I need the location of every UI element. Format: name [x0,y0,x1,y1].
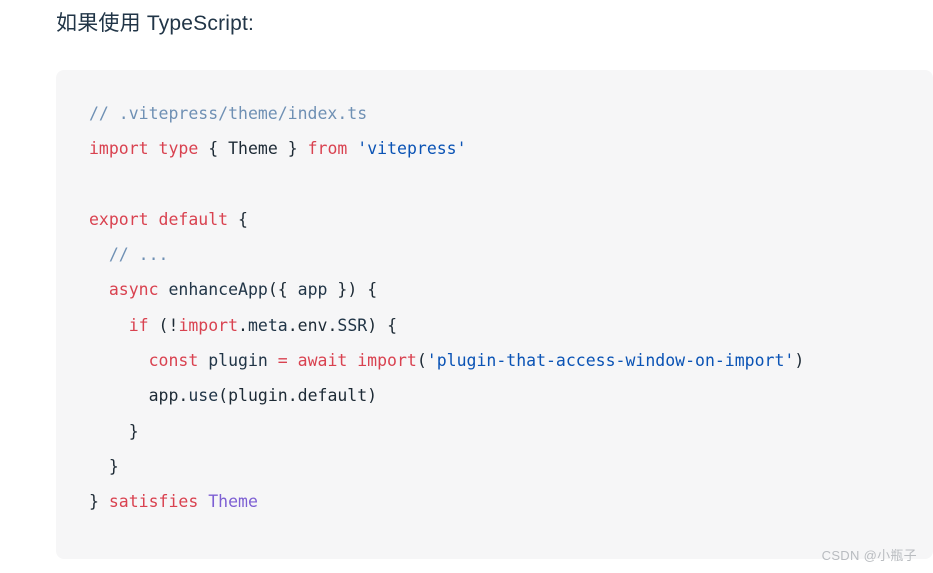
code-token-keyword: async [108,280,159,300]
code-token-plain: app [148,386,179,406]
code-token-plain: { [228,209,248,229]
code-token-plain: ) [794,351,805,371]
code-line: } [89,414,909,449]
code-line: } satisfies Theme [89,484,909,519]
watermark-label: CSDN @小瓶子 [821,548,917,563]
code-token-plain: ( [416,351,427,371]
code-token-keyword: satisfies [108,492,199,512]
code-token-plain: ) { [367,315,398,335]
code-token-keyword: type [158,139,199,159]
code-line: const plugin = await import('plugin-that… [89,343,909,378]
code-token-string: 'vitepress' [357,139,467,159]
page-root: 如果使用 TypeScript: // .vitepress/theme/ind… [0,0,933,573]
code-token-plain: Theme [228,139,278,159]
code-token-comment: // ... [108,245,169,265]
code-token-keyword: import [178,315,239,335]
code-token-plain: (! [148,315,179,335]
code-block: // .vitepress/theme/index.ts import type … [56,70,933,559]
code-token-property: SSR [337,315,368,335]
code-lines: // .vitepress/theme/index.ts import type … [89,96,909,520]
intro-paragraph: 如果使用 TypeScript: [56,12,255,35]
code-line: app.use(plugin.default) [89,378,909,413]
code-line: import type { Theme } from 'vitepress' [89,131,909,166]
code-token-keyword: export [89,209,149,229]
code-token-property: meta [247,315,288,335]
code-token-string: 'plugin-that-access-window-on-import' [426,351,795,371]
code-token-plain: .env. [287,315,338,335]
code-line: if (!import.meta.env.SSR) { [89,308,909,343]
code-token-plain: } [277,139,308,159]
code-token-keyword: = [277,351,288,371]
code-token-plain: (plugin.default) [218,386,378,406]
code-token-keyword: await [297,351,348,371]
code-line: export default { [89,202,909,237]
code-token-keyword: if [128,315,149,335]
code-token-variable: plugin [208,351,268,371]
code-token-plain: . [178,386,189,406]
code-token-plain: ({ [267,280,298,300]
code-token-keyword: import [89,139,149,159]
code-token-keyword: default [158,209,229,229]
code-token-type: Theme [208,492,258,512]
code-line: // ... [89,237,909,272]
code-line: async enhanceApp({ app }) { [89,272,909,307]
code-token-plain: }) { [327,280,378,300]
code-token-plain: } [89,492,109,512]
code-token-plain: } [89,456,119,476]
code-token-keyword: const [148,351,199,371]
code-token-keyword: import [357,351,417,371]
code-token-function: use [188,386,219,406]
code-line: } [89,449,909,484]
code-token-parameter: app [297,280,328,300]
code-token-plain: { [198,139,229,159]
code-line: // .vitepress/theme/index.ts [89,96,909,131]
code-token-comment: // .vitepress/theme/index.ts [89,104,368,123]
code-token-keyword: from [307,139,348,159]
code-token-function: enhanceApp [168,280,268,300]
code-token-plain: } [89,421,139,441]
code-content: // .vitepress/theme/index.ts import type … [56,96,933,520]
code-token-plain: . [238,315,248,335]
code-scroll-area[interactable]: // .vitepress/theme/index.ts import type … [56,70,933,559]
